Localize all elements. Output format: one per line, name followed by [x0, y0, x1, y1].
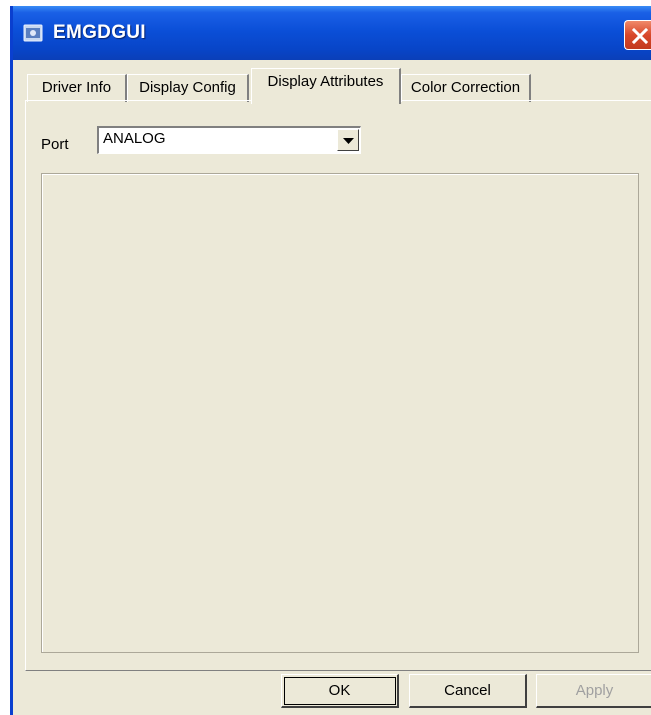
tab-color-correction[interactable]: Color Correction: [401, 74, 531, 102]
tab-label: Color Correction: [410, 79, 521, 96]
dropdown-button[interactable]: [337, 129, 359, 151]
tab-display-config[interactable]: Display Config: [127, 74, 249, 102]
tab-label: Display Attributes: [267, 73, 384, 90]
apply-button-label: Apply: [575, 682, 614, 699]
tab-strip: Driver Info Display Config Display Attri…: [13, 68, 651, 104]
tab-label: Display Config: [139, 79, 236, 96]
attributes-panel: [41, 173, 639, 653]
window-title: EMGDGUI: [53, 22, 146, 43]
app-window-icon: [23, 24, 43, 42]
cancel-button-label: Cancel: [444, 682, 491, 699]
ok-button[interactable]: OK: [281, 674, 399, 708]
cancel-button[interactable]: Cancel: [409, 674, 527, 708]
apply-button[interactable]: Apply: [536, 674, 651, 708]
ok-button-label: OK: [328, 682, 351, 699]
title-bar[interactable]: EMGDGUI: [13, 6, 651, 60]
port-label: Port: [41, 136, 69, 153]
dialog-window: EMGDGUI Driver Info Display Config Displ…: [10, 6, 651, 715]
tab-display-attributes[interactable]: Display Attributes: [251, 68, 401, 104]
tab-label: Driver Info: [41, 79, 112, 96]
port-dropdown-value: ANALOG: [103, 130, 166, 147]
close-button[interactable]: [624, 20, 651, 50]
port-dropdown[interactable]: ANALOG: [97, 126, 361, 154]
tab-driver-info[interactable]: Driver Info: [27, 74, 127, 102]
